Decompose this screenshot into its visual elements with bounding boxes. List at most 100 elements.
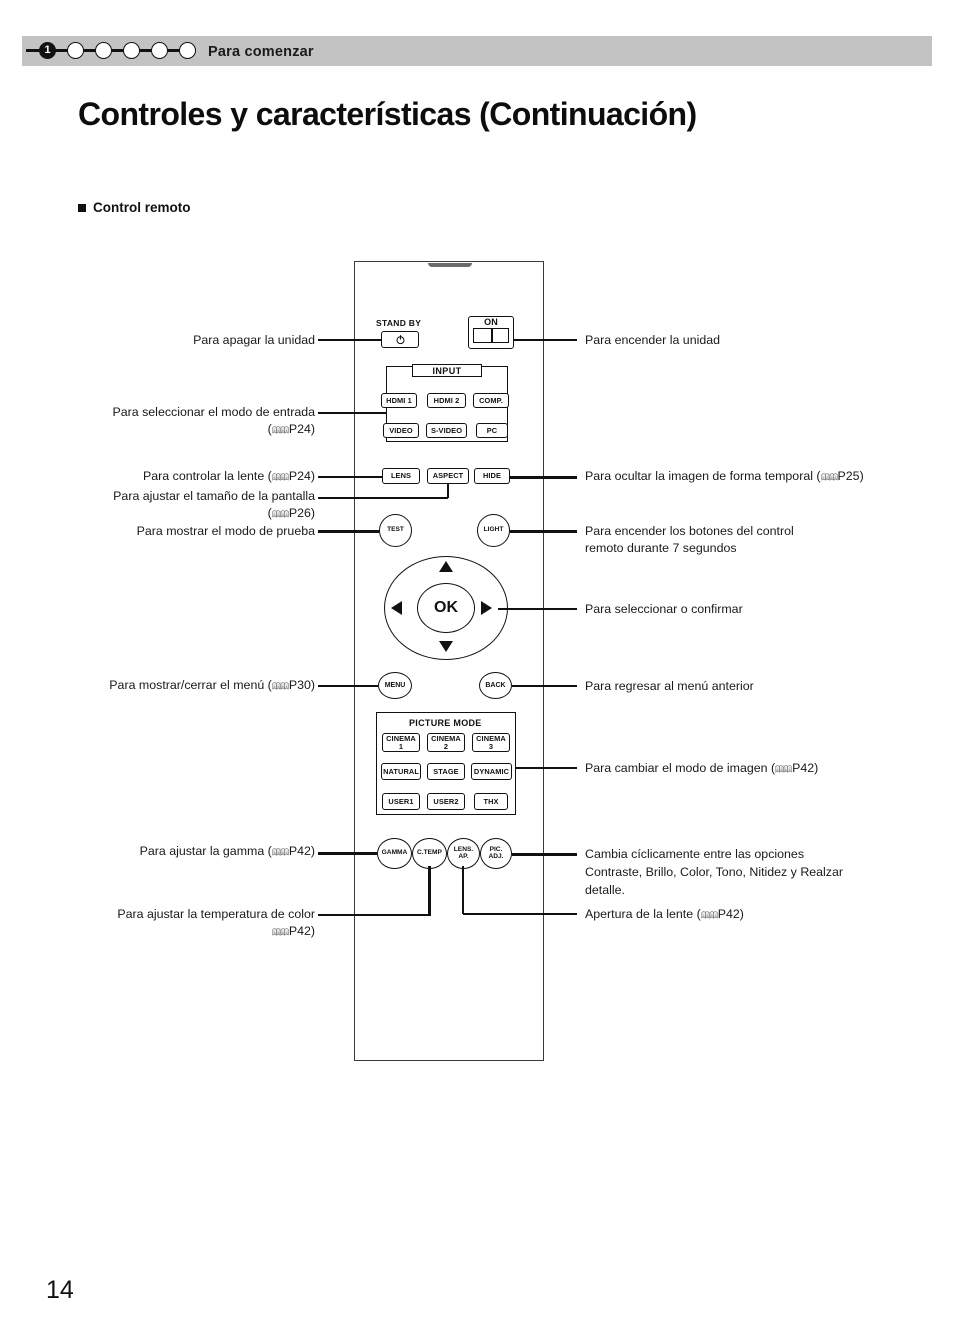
annotation-lens-control-ref: P24: [288, 469, 311, 483]
picture-mode-button-stage[interactable]: STAGE: [427, 763, 465, 780]
book-reference-icon: [820, 473, 838, 481]
annotation-color-temp-line2: P42): [30, 923, 315, 939]
menu-button[interactable]: MENU: [378, 672, 412, 699]
book-reference-icon: [272, 848, 289, 856]
input-button-hdmi-1[interactable]: HDMI 1: [381, 393, 417, 408]
power-on-button[interactable]: ON: [468, 316, 514, 349]
annotation-gamma-ref: P42: [288, 844, 311, 858]
picture-mode-button-user1[interactable]: USER1: [382, 793, 420, 810]
ok-button[interactable]: OK: [417, 583, 475, 633]
annotation-input-mode-line2: (P24): [267, 422, 315, 436]
annotation-lens-aperture: Apertura de la lente ( P42): [585, 906, 915, 922]
section-heading-label: Control remoto: [93, 200, 191, 215]
step-indicator-1: 1: [39, 42, 56, 59]
annotation-hide-text: Para ocultar la imagen de forma temporal…: [585, 469, 821, 483]
annotation-gamma: Para ajustar la gamma (P42): [30, 843, 315, 859]
book-reference-icon: [272, 928, 289, 936]
annotation-input-mode-ref: P24: [288, 422, 311, 436]
leader-line-screen-size: [318, 497, 448, 499]
hide-button[interactable]: HIDE: [474, 468, 510, 484]
book-reference-icon: [272, 426, 289, 434]
input-button-comp[interactable]: COMP.: [473, 393, 509, 408]
step-indicator-1-label: 1: [44, 44, 51, 56]
picture-mode-button-user2[interactable]: USER2: [427, 793, 465, 810]
aspect-button[interactable]: ASPECT: [427, 468, 469, 484]
annotation-screen-size-line1: Para ajustar el tamaño de la pantalla: [113, 489, 315, 503]
gamma-button[interactable]: GAMMA: [377, 838, 412, 869]
leader-line-screen-size-riser: [447, 484, 450, 498]
lens-button[interactable]: LENS: [382, 468, 420, 484]
leader-line-lens-aperture: [463, 913, 577, 915]
arrow-right-icon[interactable]: [481, 601, 492, 615]
annotation-ok: Para seleccionar o confirmar: [585, 602, 743, 616]
annotation-menu: Para mostrar/cerrar el menú (P30): [30, 677, 315, 693]
leader-line-light: [510, 530, 577, 533]
arrow-up-icon[interactable]: [439, 561, 453, 572]
input-button-video[interactable]: VIDEO: [383, 423, 419, 438]
annotation-back: Para regresar al menú anterior: [585, 679, 754, 693]
light-button[interactable]: LIGHT: [477, 514, 510, 547]
test-button[interactable]: TEST: [379, 514, 412, 547]
book-reference-icon: [701, 911, 718, 919]
picture-mode-button-cinema-2-line2: 2: [443, 741, 449, 751]
power-icon: [396, 335, 404, 345]
picture-mode-button-cinema-2[interactable]: CINEMA 2: [427, 733, 465, 752]
picture-adjust-button[interactable]: PIC. ADJ.: [480, 838, 512, 869]
leader-line-menu: [318, 685, 378, 687]
book-reference-icon: [775, 765, 792, 773]
picture-mode-button-natural[interactable]: NATURAL: [381, 763, 421, 780]
back-button[interactable]: BACK: [479, 672, 512, 699]
annotation-light-line1: Para encender los botones del control: [585, 524, 794, 538]
annotation-hide-tail: ): [859, 469, 864, 483]
power-on-label: ON: [484, 317, 498, 327]
book-reference-icon: [272, 682, 289, 690]
book-reference-icon: [272, 510, 289, 518]
book-reference-icon: [272, 473, 289, 481]
annotation-picture-mode-text: Para cambiar el modo de imagen (: [585, 761, 776, 775]
picture-mode-button-cinema-1-line2: 1: [398, 741, 404, 751]
page-title: Controles y características (Continuació…: [78, 96, 697, 132]
lens-aperture-button-line2: AP.: [458, 852, 469, 860]
color-temp-button[interactable]: C.TEMP: [412, 838, 447, 869]
standby-button[interactable]: [381, 331, 419, 348]
annotation-picture-mode-tail: ): [814, 761, 819, 775]
leader-line-pic-adj: [512, 853, 577, 856]
step-indicator-2: [67, 42, 84, 59]
input-button-hdmi-2[interactable]: HDMI 2: [427, 393, 466, 408]
picture-mode-button-dynamic[interactable]: DYNAMIC: [471, 763, 512, 780]
annotation-screen-size-line2: (P26): [267, 506, 315, 520]
annotation-gamma-tail: ): [310, 844, 315, 858]
leader-line-gamma: [318, 852, 377, 855]
annotation-pic-adj-line3: detalle.: [585, 883, 625, 897]
lens-aperture-button[interactable]: LENS. AP.: [447, 838, 480, 869]
annotation-lens-control: Para controlar la lente (P24): [60, 468, 315, 484]
input-button-s-video[interactable]: S-VIDEO: [426, 423, 467, 438]
picture-mode-button-cinema-1[interactable]: CINEMA 1: [382, 733, 420, 752]
input-button-pc[interactable]: PC: [476, 423, 508, 438]
annotation-test-pattern: Para mostrar el modo de prueba: [136, 524, 315, 538]
square-bullet-icon: [78, 203, 86, 212]
annotation-light-line2: remoto durante 7 segundos: [585, 541, 737, 555]
picture-mode-group-label: PICTURE MODE: [409, 718, 482, 728]
picture-mode-button-thx[interactable]: THX: [474, 793, 508, 810]
annotation-lens-aperture-text: Apertura de la lente (: [585, 907, 701, 921]
annotation-lens-aperture-ref: P42: [717, 907, 740, 921]
step-indicator-6: [179, 42, 196, 59]
arrow-left-icon[interactable]: [391, 601, 402, 615]
annotation-input-mode-line1: Para seleccionar el modo de entrada: [112, 405, 315, 419]
picture-mode-button-cinema-3-line2: 3: [488, 741, 494, 751]
leader-line-color-temp-riser: [428, 866, 431, 916]
step-indicator-5: [151, 42, 168, 59]
leader-line-power-off: [318, 339, 381, 341]
picture-mode-button-cinema-3[interactable]: CINEMA 3: [472, 733, 510, 752]
leader-line-hide: [510, 476, 577, 479]
arrow-down-icon[interactable]: [439, 641, 453, 652]
annotation-hide-ref: P25: [837, 469, 860, 483]
annotation-menu-text: Para mostrar/cerrar el menú (: [109, 678, 272, 692]
leader-line-ok: [498, 608, 577, 610]
leader-line-picture-mode: [516, 767, 577, 769]
annotation-menu-tail: ): [310, 678, 315, 692]
picture-adjust-button-line2: ADJ.: [488, 852, 504, 860]
annotation-lens-aperture-tail: ): [739, 907, 744, 921]
annotation-color-temp-line1: Para ajustar la temperatura de color: [117, 907, 315, 921]
